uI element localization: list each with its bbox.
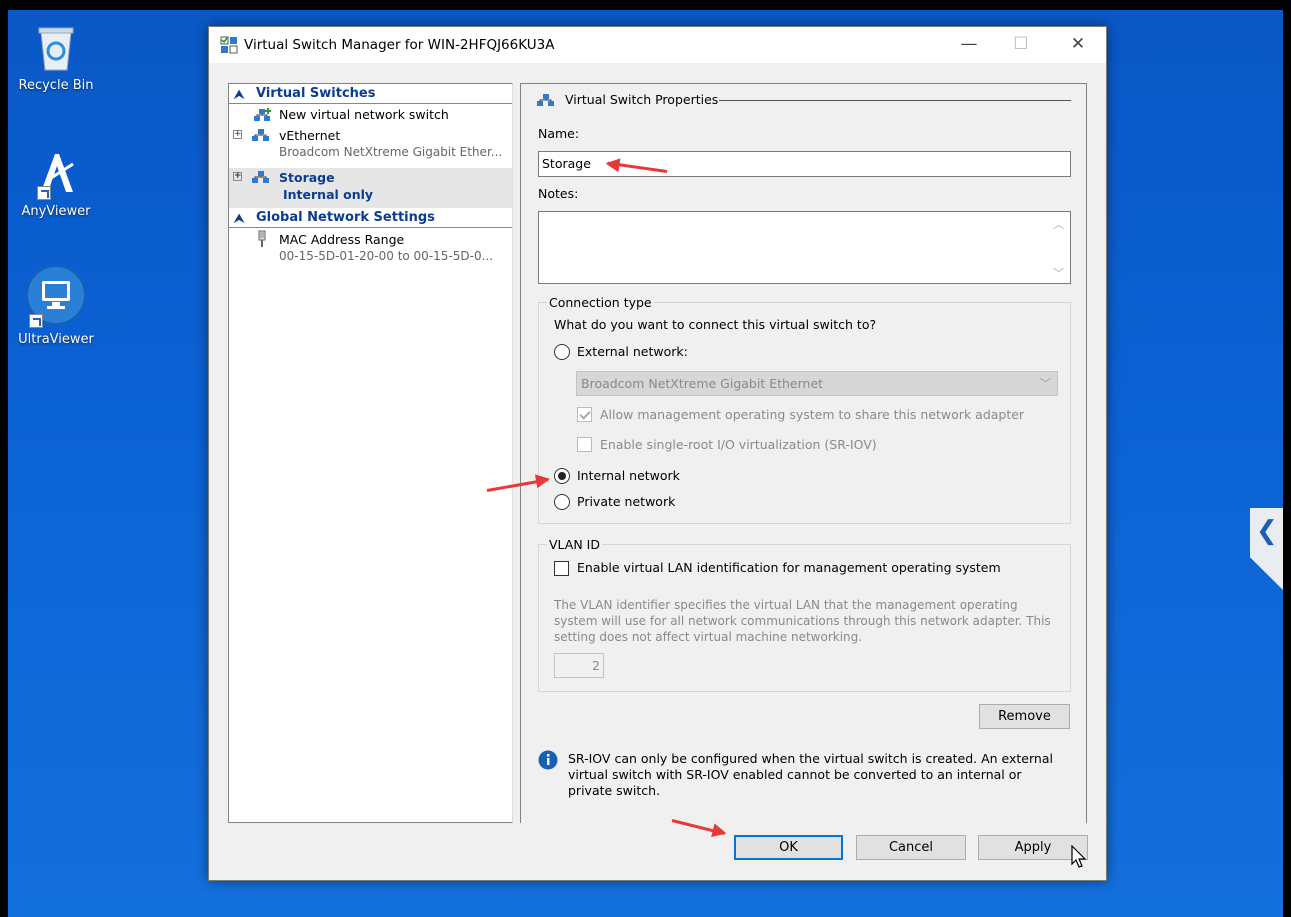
- collapse-up-icon: ⮝: [234, 211, 245, 225]
- sriov-info-text: SR-IOV can only be configured when the v…: [568, 751, 1053, 798]
- vlan-id-input[interactable]: 2: [554, 653, 604, 678]
- tree-item-vethernet[interactable]: + vEthernet Broadcom NetXtreme Gigabit E…: [229, 126, 512, 168]
- ok-button[interactable]: OK: [734, 835, 843, 860]
- group-title: Connection type: [547, 295, 654, 310]
- desktop-icon-recycle-bin[interactable]: Recycle Bin: [8, 22, 104, 93]
- shortcut-arrow-icon: [29, 314, 43, 328]
- shortcut-arrow-icon: [37, 186, 51, 200]
- scroll-up-icon[interactable]: ︿: [1053, 216, 1064, 232]
- ultraviewer-icon: [25, 264, 87, 328]
- anyviewer-icon: [33, 148, 79, 200]
- notes-label: Notes:: [538, 186, 579, 201]
- switch-properties-pane: Virtual Switch Properties Name: Storage …: [520, 83, 1087, 823]
- desktop-icon-label: UltraViewer: [18, 332, 94, 347]
- external-network-label: External network:: [577, 344, 688, 359]
- notes-textarea[interactable]: ︿ ﹀: [538, 211, 1071, 284]
- chevron-left-icon: ❮: [1256, 516, 1278, 546]
- network-switch-icon: [537, 94, 554, 106]
- desktop-icon-label: AnyViewer: [21, 204, 91, 219]
- private-network-label: Private network: [577, 494, 676, 509]
- network-adapter-icon: [258, 230, 266, 247]
- allow-management-label: Allow management operating system to sha…: [600, 407, 1025, 422]
- collapse-up-icon: ⮝: [234, 87, 245, 101]
- tree-item-new-switch[interactable]: New virtual network switch: [229, 104, 512, 126]
- allow-management-checkbox[interactable]: [577, 407, 592, 422]
- network-adapter-select[interactable]: Broadcom NetXtreme Gigabit Ethernet ﹀: [576, 371, 1058, 396]
- tree-item-label: MAC Address Range: [279, 232, 405, 247]
- section-title: Virtual Switch Properties: [565, 92, 719, 107]
- close-button[interactable]: ✕: [1055, 27, 1101, 63]
- vlan-id-group: VLAN ID Enable virtual LAN identificatio…: [538, 537, 1071, 692]
- cancel-button[interactable]: Cancel: [856, 835, 966, 860]
- internal-network-radio[interactable]: [554, 468, 570, 484]
- tree-item-storage[interactable]: + Storage Internal only: [229, 168, 512, 208]
- remove-button[interactable]: Remove: [979, 704, 1070, 729]
- new-switch-icon: [254, 108, 271, 121]
- connection-question: What do you want to connect this virtual…: [554, 317, 877, 332]
- vlan-description: The VLAN identifier specifies the virtua…: [554, 598, 1051, 644]
- window-title: Virtual Switch Manager for WIN-2HFQJ66KU…: [244, 37, 555, 53]
- switch-tree-pane: ⮝ Virtual Switches New virtual network s…: [228, 83, 513, 823]
- virtual-switches-header[interactable]: ⮝ Virtual Switches: [229, 84, 512, 104]
- maximize-button[interactable]: ☐: [998, 27, 1044, 63]
- section-divider: [719, 100, 1071, 101]
- global-network-settings-header[interactable]: ⮝ Global Network Settings: [229, 208, 512, 228]
- external-network-radio[interactable]: [554, 344, 570, 360]
- virtual-switch-manager-window: Virtual Switch Manager for WIN-2HFQJ66KU…: [208, 26, 1107, 881]
- name-label: Name:: [538, 126, 580, 141]
- sriov-label: Enable single-root I/O virtualization (S…: [600, 437, 877, 452]
- sriov-checkbox[interactable]: [577, 437, 592, 452]
- private-network-radio[interactable]: [554, 494, 570, 510]
- network-switch-icon: [252, 129, 269, 141]
- tree-item-sublabel: Internal only: [283, 187, 374, 202]
- mouse-cursor-icon: [1071, 845, 1087, 868]
- group-title: VLAN ID: [547, 537, 602, 552]
- connection-type-group: Connection type What do you want to conn…: [538, 295, 1071, 524]
- desktop-icon-label: Recycle Bin: [18, 78, 94, 93]
- enable-vlan-checkbox[interactable]: [554, 561, 569, 576]
- recycle-bin-icon: [33, 22, 79, 72]
- tree-item-label: vEthernet: [279, 128, 341, 143]
- network-switch-icon: [252, 171, 269, 183]
- expand-icon[interactable]: +: [233, 172, 242, 181]
- title-bar[interactable]: Virtual Switch Manager for WIN-2HFQJ66KU…: [209, 27, 1106, 63]
- internal-network-label: Internal network: [577, 468, 680, 483]
- desktop-icon-ultraviewer[interactable]: UltraViewer: [8, 264, 104, 347]
- tree-item-sublabel: 00-15-5D-01-20-00 to 00-15-5D-0...: [279, 249, 494, 263]
- tree-item-mac-range[interactable]: MAC Address Range 00-15-5D-01-20-00 to 0…: [229, 228, 512, 268]
- virtual-switch-manager-icon: [220, 36, 238, 54]
- desktop-icon-anyviewer[interactable]: AnyViewer: [8, 148, 104, 219]
- expand-icon[interactable]: +: [233, 130, 242, 139]
- chevron-down-icon: ﹀: [1040, 377, 1051, 390]
- minimize-button[interactable]: —: [946, 27, 992, 63]
- tree-item-sublabel: Broadcom NetXtreme Gigabit Ether...: [279, 145, 503, 159]
- scroll-down-icon[interactable]: ﹀: [1053, 265, 1064, 281]
- tree-item-label: Storage: [279, 170, 335, 185]
- info-icon: [538, 750, 558, 770]
- enable-vlan-label: Enable virtual LAN identification for ma…: [577, 560, 1001, 575]
